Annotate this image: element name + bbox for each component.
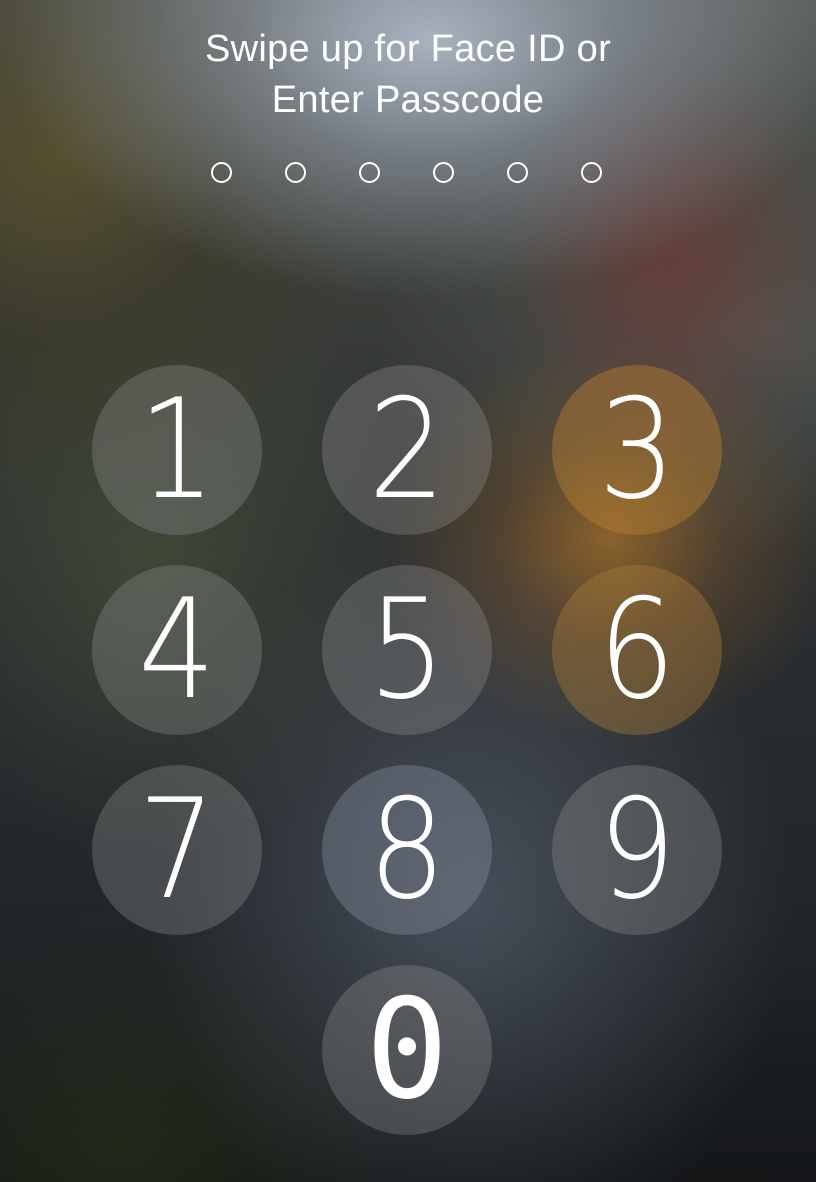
key-5-button[interactable]: 5 [322, 565, 492, 735]
key-7-label: 7 [138, 769, 216, 930]
key-3-label: 3 [598, 369, 676, 530]
key-8-button[interactable]: 8 [322, 765, 492, 935]
key-0-label: 0 [365, 969, 449, 1130]
key-6-button[interactable]: 6 [552, 565, 722, 735]
key-4-button[interactable]: 4 [92, 565, 262, 735]
key-2-label: 2 [368, 369, 446, 530]
key-9-button[interactable]: 9 [552, 765, 722, 935]
key-3-button[interactable]: 3 [552, 365, 722, 535]
key-6-label: 6 [598, 569, 676, 730]
key-1-label: 1 [138, 369, 216, 530]
key-0-button[interactable]: 0 [322, 965, 492, 1135]
numeric-keypad: 1 2 3 4 5 6 7 8 9 0 [0, 0, 816, 1182]
key-1-button[interactable]: 1 [92, 365, 262, 535]
key-7-button[interactable]: 7 [92, 765, 262, 935]
key-9-label: 9 [598, 769, 676, 930]
key-2-button[interactable]: 2 [322, 365, 492, 535]
key-4-label: 4 [138, 569, 216, 730]
key-8-label: 8 [368, 769, 446, 930]
key-5-label: 5 [368, 569, 446, 730]
